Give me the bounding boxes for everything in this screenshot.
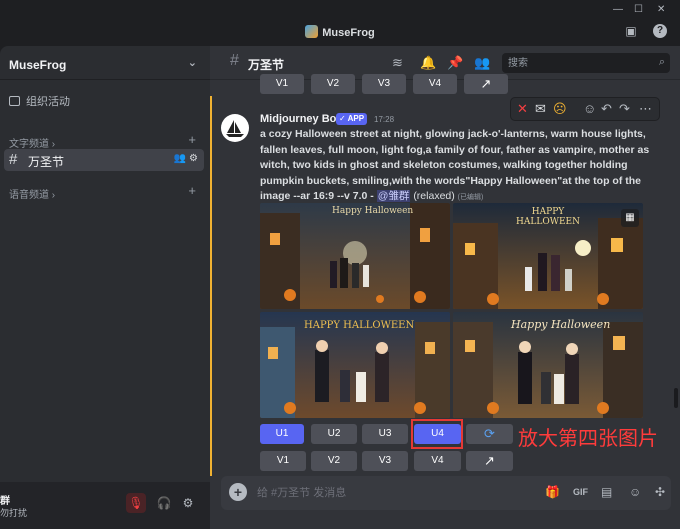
app-title: MuseFrog [0,25,680,39]
chevron-down-icon: ⌄ [187,57,197,69]
chevron-right-icon: › [51,190,56,201]
annotation-text: 放大第四张图片 [518,426,658,450]
members-icon[interactable]: 👥 [474,55,490,71]
prev-share-icon[interactable]: ↗ [464,74,508,94]
cross-mark-icon[interactable]: ✕ [517,101,528,117]
grid-image-1[interactable]: Happy Halloween [260,203,450,309]
events-label: 组织活动 [26,96,70,108]
threads-icon[interactable]: ≋ [392,55,403,71]
add-text-channel-icon[interactable]: + [188,132,196,147]
message-content: a cozy Halloween street at night, glowin… [260,127,655,206]
midjourney-boat-icon [226,120,244,137]
voice-category[interactable]: 语音频道 › [9,186,55,201]
image-title-text: Happy Halloween [332,206,414,216]
v4-button[interactable]: V4 [414,451,461,471]
gear-icon[interactable]: ⚙ [189,153,198,164]
plus-icon[interactable]: + [229,483,247,501]
envelope-icon[interactable]: ✉ [535,101,546,117]
grid-image-2[interactable]: HAPPY HALLOWEEN [453,203,643,309]
search-box: ⌕ [502,53,670,73]
v1-button[interactable]: V1 [260,451,306,471]
u3-button[interactable]: U3 [362,424,408,444]
mic-muted-icon[interactable]: 🎙 [126,493,146,513]
prev-v1-button[interactable]: V1 [260,74,304,94]
message-input[interactable] [257,484,517,502]
mention-highlight-bar [210,96,212,476]
prev-v3-button[interactable]: V3 [362,74,406,94]
mode-label: (relaxed) [413,190,455,202]
user-mention[interactable]: @雏群 [376,190,411,202]
grid-image-3[interactable]: HAPPY HALLOWEEN [260,312,450,418]
hashtag-icon: # [9,151,18,168]
prompt-text: a cozy Halloween street at night, glowin… [260,128,650,202]
image-grid[interactable]: Happy Halloween HAPPY HALLOWEEN HAPPY HA… [260,203,643,418]
forward-icon[interactable]: ↷ [619,101,630,117]
sidebar-item-channel[interactable]: # 万圣节 👥 ⚙ [4,149,204,171]
user-panel: 群 勿打扰 🎙 🎧 ⚙ [0,482,210,529]
v3-button[interactable]: V3 [362,451,408,471]
user-settings-icon[interactable]: ⚙ [178,493,198,513]
add-voice-channel-icon[interactable]: + [188,183,196,198]
prev-v4-button[interactable]: V4 [413,74,457,94]
hashtag-icon: # [230,52,239,69]
search-icon: ⌕ [658,56,665,68]
apps-icon[interactable]: ✣ [655,485,665,499]
u4-highlight-box [411,419,463,449]
u1-button[interactable]: U1 [260,424,304,444]
more-icon[interactable]: ⋯ [639,101,652,117]
add-reaction-icon[interactable]: ☺ [583,101,596,116]
gif-icon[interactable]: GIF [573,487,588,497]
image-title-text: HAPPY HALLOWEEN [304,320,415,331]
grid-view-icon[interactable]: ▦ [621,209,639,227]
reply-icon[interactable]: ↶ [601,101,612,117]
emoji-icon[interactable]: ☺ [629,485,641,499]
gift-icon[interactable]: 🎁 [545,485,560,499]
u2-button[interactable]: U2 [311,424,357,444]
sad-face-icon[interactable]: ☹ [553,101,567,117]
scrollbar-thumb[interactable] [674,388,678,408]
channel-name: 万圣节 [28,155,65,169]
edited-label: (已编辑) [457,194,484,201]
message-actions-bar: ✕ ✉ ☹ ☺ ↶ ↷ ⋯ [510,97,660,121]
user-status: 勿打扰 [0,508,28,518]
v2-button[interactable]: V2 [311,451,357,471]
sidebar: MuseFrog ⌄ 组织活动 文字频道 › + # 万圣节 👥 ⚙ 语音频道 … [0,46,210,529]
sticker-icon[interactable]: ▤ [601,485,612,499]
user-name[interactable]: 群 [0,492,10,507]
help-icon[interactable]: ? [653,24,667,38]
minimize-button[interactable]: — [613,4,623,15]
reroll-icon[interactable]: ⟳ [466,424,513,444]
events-item[interactable]: 组织活动 [9,93,70,109]
grid-image-4[interactable]: Happy Halloween [453,312,643,418]
avatar[interactable] [221,114,249,142]
image-title-text: HAPPY HALLOWEEN [516,207,580,227]
image-title-text: Happy Halloween [511,318,611,331]
calendar-icon [9,96,20,106]
bell-icon[interactable]: 🔔 [420,55,436,71]
search-input[interactable] [502,53,642,73]
inbox-icon[interactable]: ▣ [624,24,638,38]
maximize-button[interactable]: ☐ [634,4,643,15]
message-timestamp: 17:28 [374,115,395,124]
close-button[interactable]: ✕ [657,4,665,15]
server-name: MuseFrog [9,58,67,72]
channel-title: 万圣节 [248,58,285,72]
voice-category-label: 语音频道 [9,190,49,201]
invite-icon[interactable]: 👥 [174,153,186,164]
text-category[interactable]: 文字频道 › [9,135,55,150]
main-panel: # 万圣节 ≋ 🔔 📌 👥 ⌕ V1 V2 V3 V4 ↗ ✕ ✉ ☹ ☺ ↶ … [210,46,680,529]
app-title-text: MuseFrog [322,27,375,39]
prev-v2-button[interactable]: V2 [311,74,355,94]
server-header[interactable]: MuseFrog ⌄ [0,46,210,80]
pin-icon[interactable]: 📌 [447,55,463,71]
app-badge: ✓ APP [336,113,368,125]
headphones-icon[interactable]: 🎧 [154,493,174,513]
title-bar: — ☐ ✕ MuseFrog ▣ ? [0,0,680,46]
app-logo-icon [305,25,319,38]
app-badge-label: APP [347,114,365,123]
message-composer: + 🎁 GIF ▤ ☺ ✣ [221,476,671,510]
share-icon[interactable]: ↗ [466,451,513,471]
message-author[interactable]: Midjourney Bot [260,113,340,125]
